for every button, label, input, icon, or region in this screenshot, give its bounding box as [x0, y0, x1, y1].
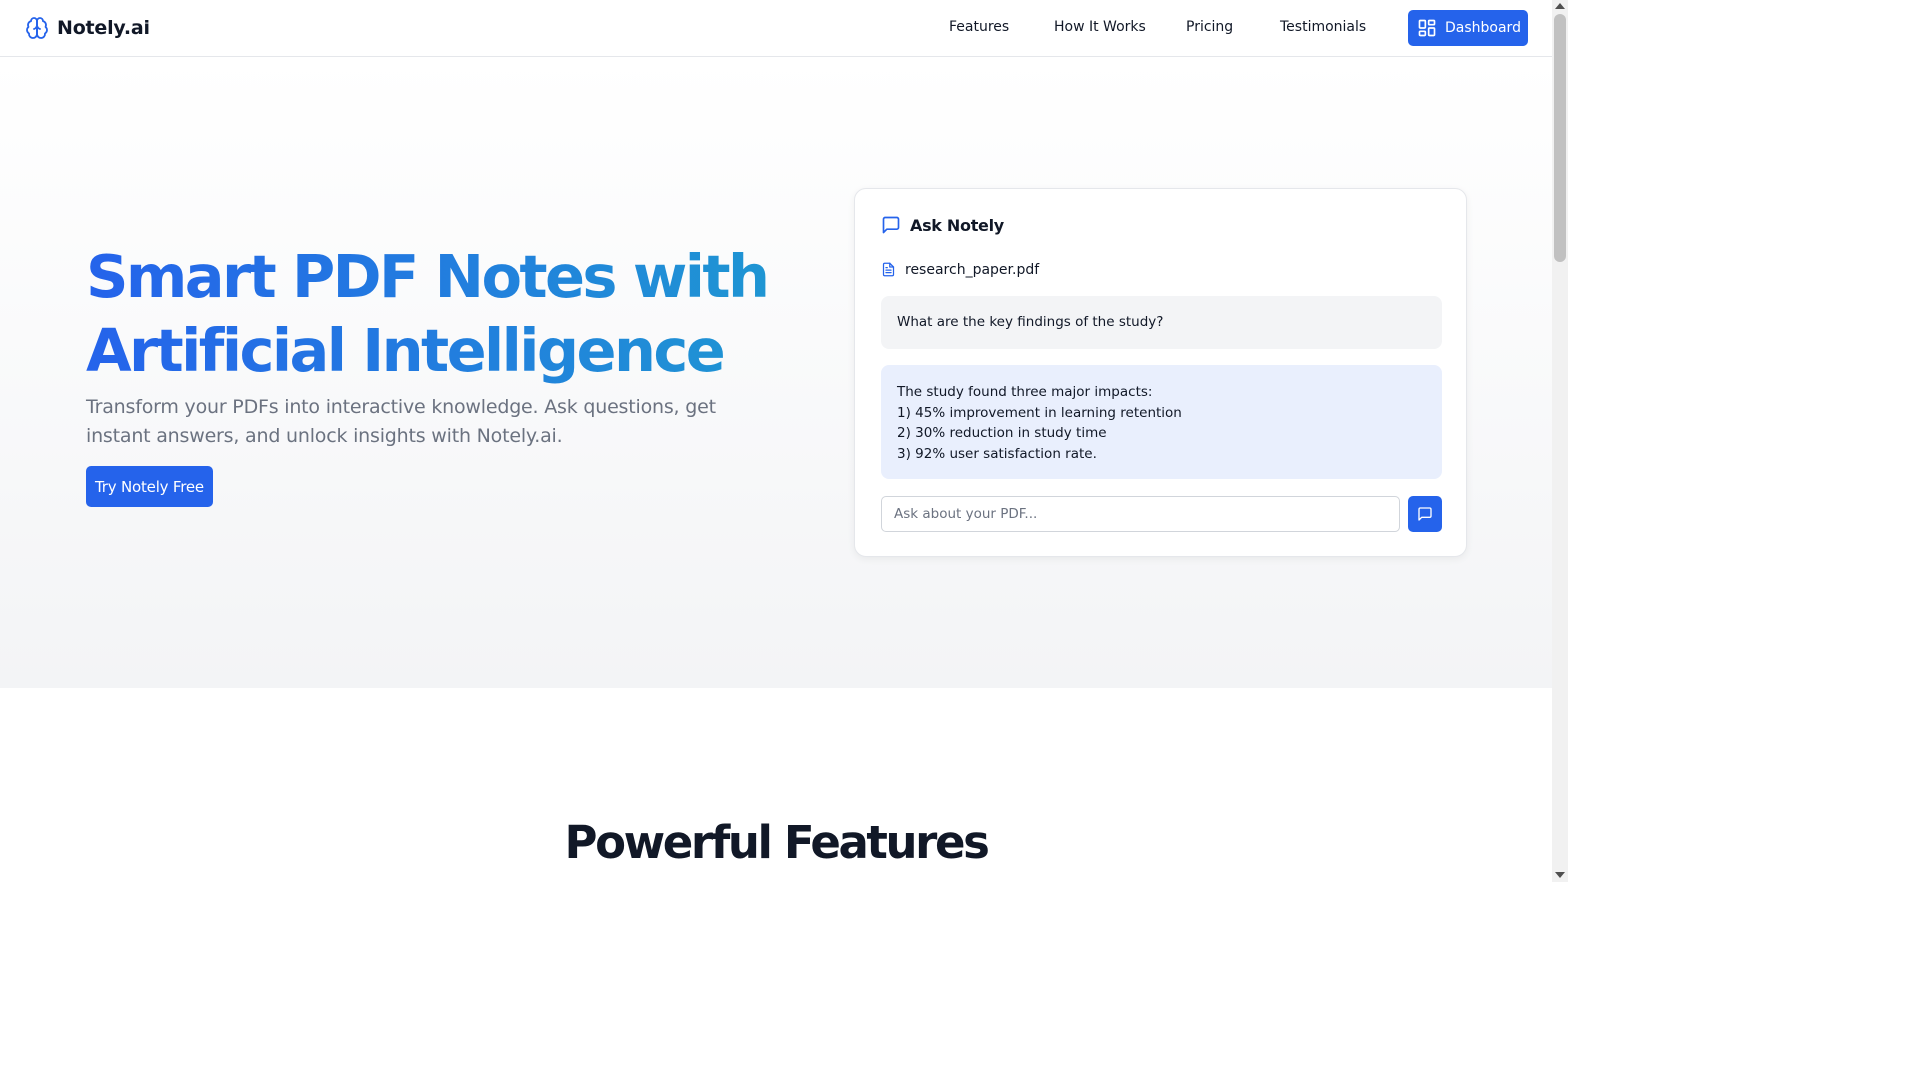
- message-square-icon: [881, 215, 901, 235]
- top-navbar: Notely.ai Features How It Works Pricing …: [0, 0, 1552, 57]
- card-title: Ask Notely: [910, 215, 1004, 235]
- scrollbar-thumb[interactable]: [1554, 14, 1566, 262]
- dashboard-button[interactable]: Dashboard: [1408, 10, 1528, 46]
- scroll-down-arrow-icon[interactable]: [1555, 872, 1565, 878]
- answer-line: The study found three major impacts:: [897, 384, 1153, 400]
- nav-link-features[interactable]: Features: [949, 19, 1009, 35]
- brand-name: Notely.ai: [57, 17, 150, 39]
- question-bubble: What are the key findings of the study?: [881, 296, 1442, 349]
- hero-subtitle-line-1: Transform your PDFs into interactive kno…: [86, 396, 716, 418]
- card-header: Ask Notely: [881, 215, 1004, 235]
- answer-bubble: The study found three major impacts: 1) …: [881, 365, 1442, 479]
- hero-title: Smart PDF Notes with Artificial Intellig…: [86, 240, 846, 388]
- brain-icon: [25, 16, 49, 40]
- send-button[interactable]: [1408, 496, 1442, 532]
- hero-title-line-1: Smart PDF Notes with: [86, 242, 768, 311]
- scroll-up-arrow-icon[interactable]: [1555, 3, 1565, 9]
- page-scrollbar[interactable]: [1552, 0, 1568, 882]
- message-square-icon: [1417, 506, 1433, 522]
- answer-line: 1) 45% improvement in learning retention: [897, 404, 1182, 421]
- answer-line: 2) 30% reduction in study time: [897, 425, 1107, 441]
- try-notely-free-button[interactable]: Try Notely Free: [86, 466, 213, 507]
- file-name: research_paper.pdf: [905, 261, 1040, 278]
- grid-icon: [1417, 18, 1437, 38]
- nav-link-pricing[interactable]: Pricing: [1186, 19, 1233, 35]
- hero-subtitle-line-2: instant answers, and unlock insights wit…: [86, 425, 563, 447]
- nav-link-testimonials[interactable]: Testimonials: [1280, 19, 1366, 35]
- nav-link-how-it-works[interactable]: How It Works: [1054, 19, 1146, 35]
- dashboard-label: Dashboard: [1445, 20, 1521, 36]
- answer-line: 3) 92% user satisfaction rate.: [897, 445, 1097, 462]
- brand[interactable]: Notely.ai: [25, 16, 150, 40]
- features-title: Powerful Features: [564, 816, 990, 869]
- file-text-icon: [881, 261, 896, 278]
- hero-title-line-2: Artificial Intelligence: [86, 316, 724, 385]
- ask-notely-card: Ask Notely research_paper.pdf What are t…: [854, 188, 1467, 557]
- attached-file: research_paper.pdf: [881, 261, 1039, 278]
- hero-subtitle: Transform your PDFs into interactive kno…: [86, 393, 726, 451]
- features-section: Powerful Features: [0, 688, 1552, 882]
- ask-pdf-input[interactable]: [881, 496, 1400, 532]
